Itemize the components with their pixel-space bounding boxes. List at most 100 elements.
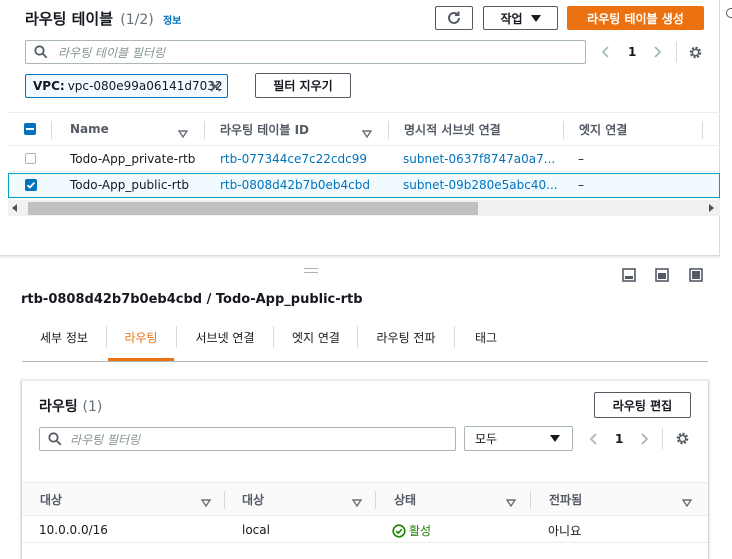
search-icon — [34, 45, 48, 59]
gear-icon[interactable] — [688, 45, 703, 60]
row-id-link[interactable]: rtb-0808d42b7b0eb4cbd — [220, 178, 370, 192]
create-route-table-button[interactable]: 라우팅 테이블 생성 — [567, 6, 704, 30]
col-separator — [375, 491, 376, 509]
sort-icon[interactable] — [681, 496, 693, 508]
tab-subnet-associations-label: 서브넷 연결 — [195, 330, 255, 345]
tab-edge-associations[interactable]: 엣지 연결 — [275, 320, 357, 354]
indeterminate-icon — [26, 128, 34, 130]
route-filter-input[interactable]: 라우팅 필터링 — [39, 427, 456, 451]
page-number[interactable]: 1 — [628, 45, 636, 59]
col-header-target[interactable]: 대상 — [242, 483, 264, 515]
routes-count: (1) — [82, 399, 103, 415]
vpc-filter-key: VPC: — [33, 79, 65, 93]
vpc-filter-token: VPC: vpc-080e99a06141d7032 — [25, 74, 228, 98]
row-edge: – — [578, 152, 584, 166]
col-header-subnet[interactable]: 명시적 서브넷 연결 — [404, 113, 501, 145]
chevron-right-icon[interactable] — [638, 432, 650, 446]
chevron-right-icon[interactable] — [651, 45, 663, 59]
tab-edge-associations-label: 엣지 연결 — [292, 330, 340, 345]
chevron-left-icon[interactable] — [588, 432, 600, 446]
col-header-edge[interactable]: 엣지 연결 — [579, 113, 627, 145]
clear-filters-button[interactable]: 필터 지우기 — [255, 73, 351, 98]
route-destination: 10.0.0.0/16 — [39, 523, 108, 537]
col-header-name[interactable]: Name — [70, 113, 109, 145]
col-separator — [388, 121, 389, 139]
col-separator — [51, 121, 52, 139]
route-row[interactable]: 10.0.0.0/16 local 활성 아니요 — [22, 517, 708, 543]
row-edge: – — [578, 178, 584, 192]
scroll-right-icon[interactable] — [709, 204, 714, 212]
sort-icon[interactable] — [505, 496, 517, 508]
col-header-name-label: Name — [70, 122, 109, 136]
resize-handle-icon[interactable] — [304, 268, 318, 273]
route-status-text: 활성 — [409, 524, 432, 538]
routes-title-text: 라우팅 — [39, 399, 78, 415]
sort-icon[interactable] — [361, 127, 373, 139]
col-header-id-label: 라우팅 테이블 ID — [220, 122, 310, 137]
row-name: Todo-App_private-rtb — [70, 152, 196, 166]
close-icon[interactable] — [210, 81, 221, 92]
row-subnet-link[interactable]: subnet-09b280e5abc40... — [403, 178, 558, 192]
row-checkbox-checked[interactable] — [25, 179, 37, 191]
gear-icon[interactable] — [675, 431, 690, 446]
col-separator — [204, 121, 205, 139]
status-success-icon — [392, 523, 406, 538]
panel-middle-icon[interactable] — [655, 268, 669, 282]
caret-down-icon — [550, 435, 560, 442]
scroll-left-icon[interactable] — [12, 204, 17, 212]
tab-subnet-associations[interactable]: 서브넷 연결 — [178, 320, 272, 354]
divider — [662, 428, 663, 449]
route-scope-value: 모두 — [475, 432, 498, 446]
sort-icon[interactable] — [351, 496, 363, 508]
panel-bottom-icon[interactable] — [622, 268, 636, 282]
col-header-status[interactable]: 상태 — [394, 483, 416, 515]
chevron-left-icon[interactable] — [600, 45, 612, 59]
page-title: 라우팅 테이블 (1/2) 정보 — [25, 8, 181, 29]
col-header-id[interactable]: 라우팅 테이블 ID — [220, 113, 309, 145]
select-all-checkbox[interactable] — [24, 123, 36, 135]
refresh-button[interactable] — [435, 6, 473, 30]
vpc-filter-value: vpc-080e99a06141d7032 — [67, 79, 223, 93]
tab-routes[interactable]: 라우팅 — [108, 320, 174, 361]
route-propagated: 아니요 — [548, 524, 582, 538]
row-name: Todo-App_public-rtb — [70, 178, 190, 192]
sort-icon[interactable] — [200, 496, 212, 508]
table-row-selected[interactable]: Todo-App_public-rtb rtb-0808d42b7b0eb4cb… — [8, 173, 720, 198]
route-scope-select[interactable]: 모두 — [464, 426, 573, 451]
tab-details[interactable]: 세부 정보 — [22, 320, 106, 354]
tab-separator — [273, 326, 274, 348]
tab-route-propagation-label: 라우팅 전파 — [376, 330, 436, 345]
clear-filters-label: 필터 지우기 — [273, 79, 333, 93]
edit-routes-label: 라우팅 편집 — [612, 398, 673, 413]
col-header-destination-label: 대상 — [40, 492, 63, 507]
horizontal-scrollbar[interactable] — [8, 200, 720, 216]
route-filter-placeholder: 라우팅 필터링 — [70, 432, 141, 447]
refresh-icon — [448, 11, 460, 24]
route-table-filter-input[interactable]: 라우팅 테이블 필터링 — [25, 40, 586, 64]
col-separator — [224, 491, 225, 509]
tab-separator — [357, 326, 358, 348]
actions-button[interactable]: 작업 — [483, 6, 558, 30]
tab-tags-label: 태그 — [474, 330, 498, 345]
row-checkbox[interactable] — [25, 153, 36, 164]
scrollbar-thumb[interactable] — [28, 202, 478, 215]
col-separator — [563, 121, 564, 139]
table-row[interactable]: Todo-App_private-rtb rtb-077344ce7c22cdc… — [8, 147, 720, 172]
sort-icon[interactable] — [177, 127, 189, 139]
split-panel-divider[interactable] — [0, 255, 720, 258]
col-header-edge-label: 엣지 연결 — [579, 122, 628, 137]
row-subnet-link[interactable]: subnet-0637f8747a0a7... — [403, 152, 555, 166]
info-link[interactable]: 정보 — [163, 16, 181, 27]
route-table-header: Name 라우팅 테이블 ID 명시적 서브넷 연결 엣지 연결 — [8, 112, 720, 146]
edit-routes-button[interactable]: 라우팅 편집 — [594, 392, 691, 418]
routes-page-number[interactable]: 1 — [615, 432, 623, 446]
col-header-propagated[interactable]: 전파됨 — [549, 483, 582, 515]
panel-full-icon[interactable] — [689, 268, 703, 282]
tab-separator — [106, 326, 107, 348]
row-id-link[interactable]: rtb-077344ce7c22cdc99 — [220, 152, 367, 166]
tab-tags[interactable]: 태그 — [456, 320, 516, 354]
routes-table-header: 대상 대상 상태 전파됨 — [22, 482, 708, 516]
col-header-destination[interactable]: 대상 — [40, 483, 62, 515]
col-header-subnet-label: 명시적 서브넷 연결 — [404, 122, 501, 137]
tab-route-propagation[interactable]: 라우팅 전파 — [359, 320, 453, 354]
